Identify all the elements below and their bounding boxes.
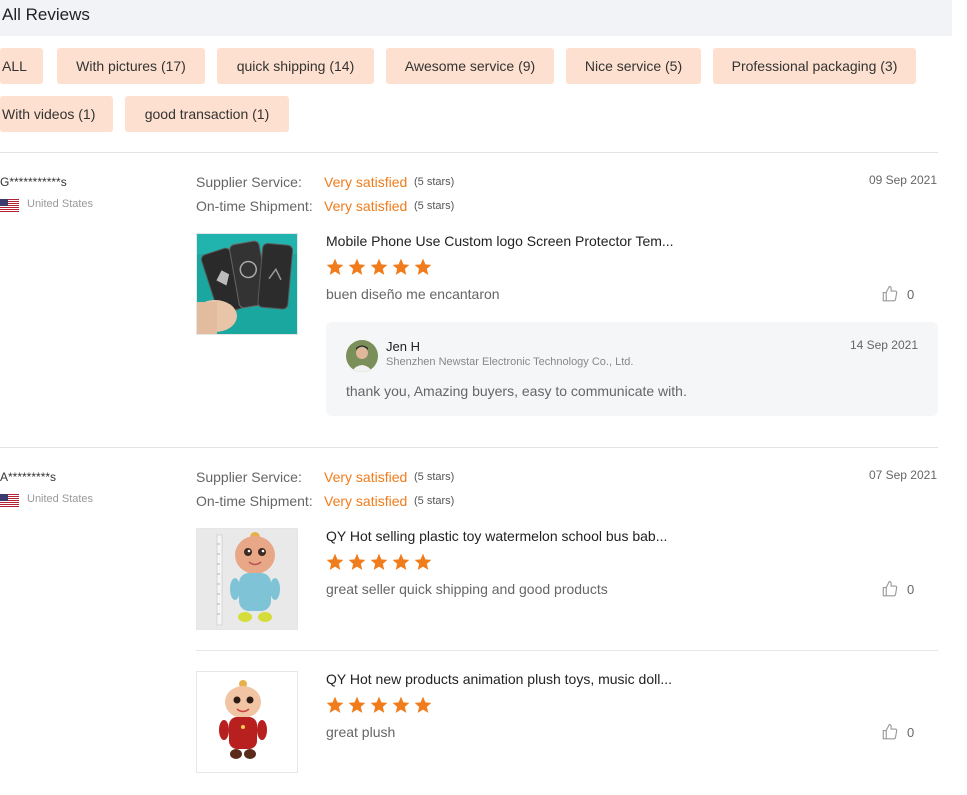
thumbs-up-icon bbox=[882, 723, 898, 740]
supplier-service-label: Supplier Service: bbox=[196, 174, 302, 190]
supplier-service-value: Very satisfied bbox=[324, 469, 408, 485]
reply-text: thank you, Amazing buyers, easy to commu… bbox=[346, 383, 687, 399]
star-icon bbox=[348, 696, 366, 713]
like-count: 0 bbox=[907, 724, 915, 740]
us-flag-icon bbox=[0, 494, 19, 507]
star-icon bbox=[370, 258, 388, 275]
product-thumbnail[interactable] bbox=[196, 233, 298, 335]
us-flag-icon bbox=[0, 199, 19, 212]
product-rating-stars bbox=[325, 257, 433, 277]
star-icon bbox=[414, 696, 432, 713]
filter-tag-quick-shipping[interactable]: quick shipping (14) bbox=[217, 48, 374, 84]
review-date: 07 Sep 2021 bbox=[868, 468, 937, 482]
shipment-label: On-time Shipment: bbox=[196, 493, 313, 509]
reply-company-name: Shenzhen Newstar Electronic Technology C… bbox=[386, 356, 634, 368]
review-comment: buen diseño me encantaron bbox=[326, 286, 500, 302]
filter-tag-all[interactable]: ALL bbox=[0, 48, 43, 84]
filter-tag-with-pictures[interactable]: With pictures (17) bbox=[57, 48, 205, 84]
star-icon bbox=[392, 696, 410, 713]
supplier-service-stars: (5 stars) bbox=[414, 176, 455, 188]
shipment-stars: (5 stars) bbox=[414, 495, 455, 507]
shipment-stars: (5 stars) bbox=[414, 200, 455, 212]
supplier-service-label: Supplier Service: bbox=[196, 469, 302, 485]
product-title[interactable]: QY Hot new products animation plush toys… bbox=[326, 671, 672, 687]
divider bbox=[196, 650, 938, 651]
filter-tag-professional-packaging[interactable]: Professional packaging (3) bbox=[713, 48, 916, 84]
star-icon bbox=[326, 696, 344, 713]
filter-tag-good-transaction[interactable]: good transaction (1) bbox=[125, 96, 289, 132]
star-icon bbox=[392, 553, 410, 570]
helpful-button[interactable]: 0 bbox=[881, 723, 914, 741]
star-icon bbox=[392, 258, 410, 275]
product-rating-stars bbox=[325, 552, 433, 572]
product-rating-stars bbox=[325, 695, 433, 715]
reply-author-name: Jen H bbox=[386, 339, 420, 354]
star-icon bbox=[348, 553, 366, 570]
page-title: All Reviews bbox=[2, 5, 90, 24]
avatar bbox=[346, 340, 378, 372]
divider bbox=[0, 152, 938, 153]
star-icon bbox=[370, 696, 388, 713]
product-title[interactable]: Mobile Phone Use Custom logo Screen Prot… bbox=[326, 233, 674, 249]
like-count: 0 bbox=[907, 581, 915, 597]
star-icon bbox=[348, 258, 366, 275]
helpful-button[interactable]: 0 bbox=[881, 580, 914, 598]
review-comment: great plush bbox=[326, 724, 396, 740]
thumbs-up-icon bbox=[882, 580, 898, 597]
divider bbox=[0, 447, 938, 448]
star-icon bbox=[414, 258, 432, 275]
review-date: 09 Sep 2021 bbox=[868, 173, 937, 187]
supplier-service-value: Very satisfied bbox=[324, 174, 408, 190]
review-comment: great seller quick shipping and good pro… bbox=[326, 581, 608, 597]
star-icon bbox=[370, 553, 388, 570]
shipment-label: On-time Shipment: bbox=[196, 198, 313, 214]
star-icon bbox=[414, 553, 432, 570]
reviewer-country: United States bbox=[27, 493, 94, 505]
reviewer-name: A*********s bbox=[0, 470, 57, 484]
helpful-button[interactable]: 0 bbox=[881, 285, 914, 303]
reviewer-country: United States bbox=[27, 198, 94, 210]
reviewer-name: G***********s bbox=[0, 175, 67, 189]
supplier-service-stars: (5 stars) bbox=[414, 471, 455, 483]
star-icon bbox=[326, 258, 344, 275]
filter-tag-awesome-service[interactable]: Awesome service (9) bbox=[386, 48, 554, 84]
filter-tag-with-videos[interactable]: With videos (1) bbox=[0, 96, 113, 132]
supplier-reply: Jen H Shenzhen Newstar Electronic Techno… bbox=[326, 322, 938, 416]
filter-tag-nice-service[interactable]: Nice service (5) bbox=[566, 48, 701, 84]
shipment-value: Very satisfied bbox=[324, 198, 408, 214]
product-title[interactable]: QY Hot selling plastic toy watermelon sc… bbox=[326, 528, 667, 544]
reviews-header: All Reviews bbox=[0, 0, 952, 36]
product-thumbnail[interactable] bbox=[196, 671, 298, 773]
like-count: 0 bbox=[907, 286, 915, 302]
product-thumbnail[interactable] bbox=[196, 528, 298, 630]
reply-date: 14 Sep 2021 bbox=[849, 338, 918, 352]
shipment-value: Very satisfied bbox=[324, 493, 408, 509]
star-icon bbox=[326, 553, 344, 570]
thumbs-up-icon bbox=[882, 285, 898, 302]
